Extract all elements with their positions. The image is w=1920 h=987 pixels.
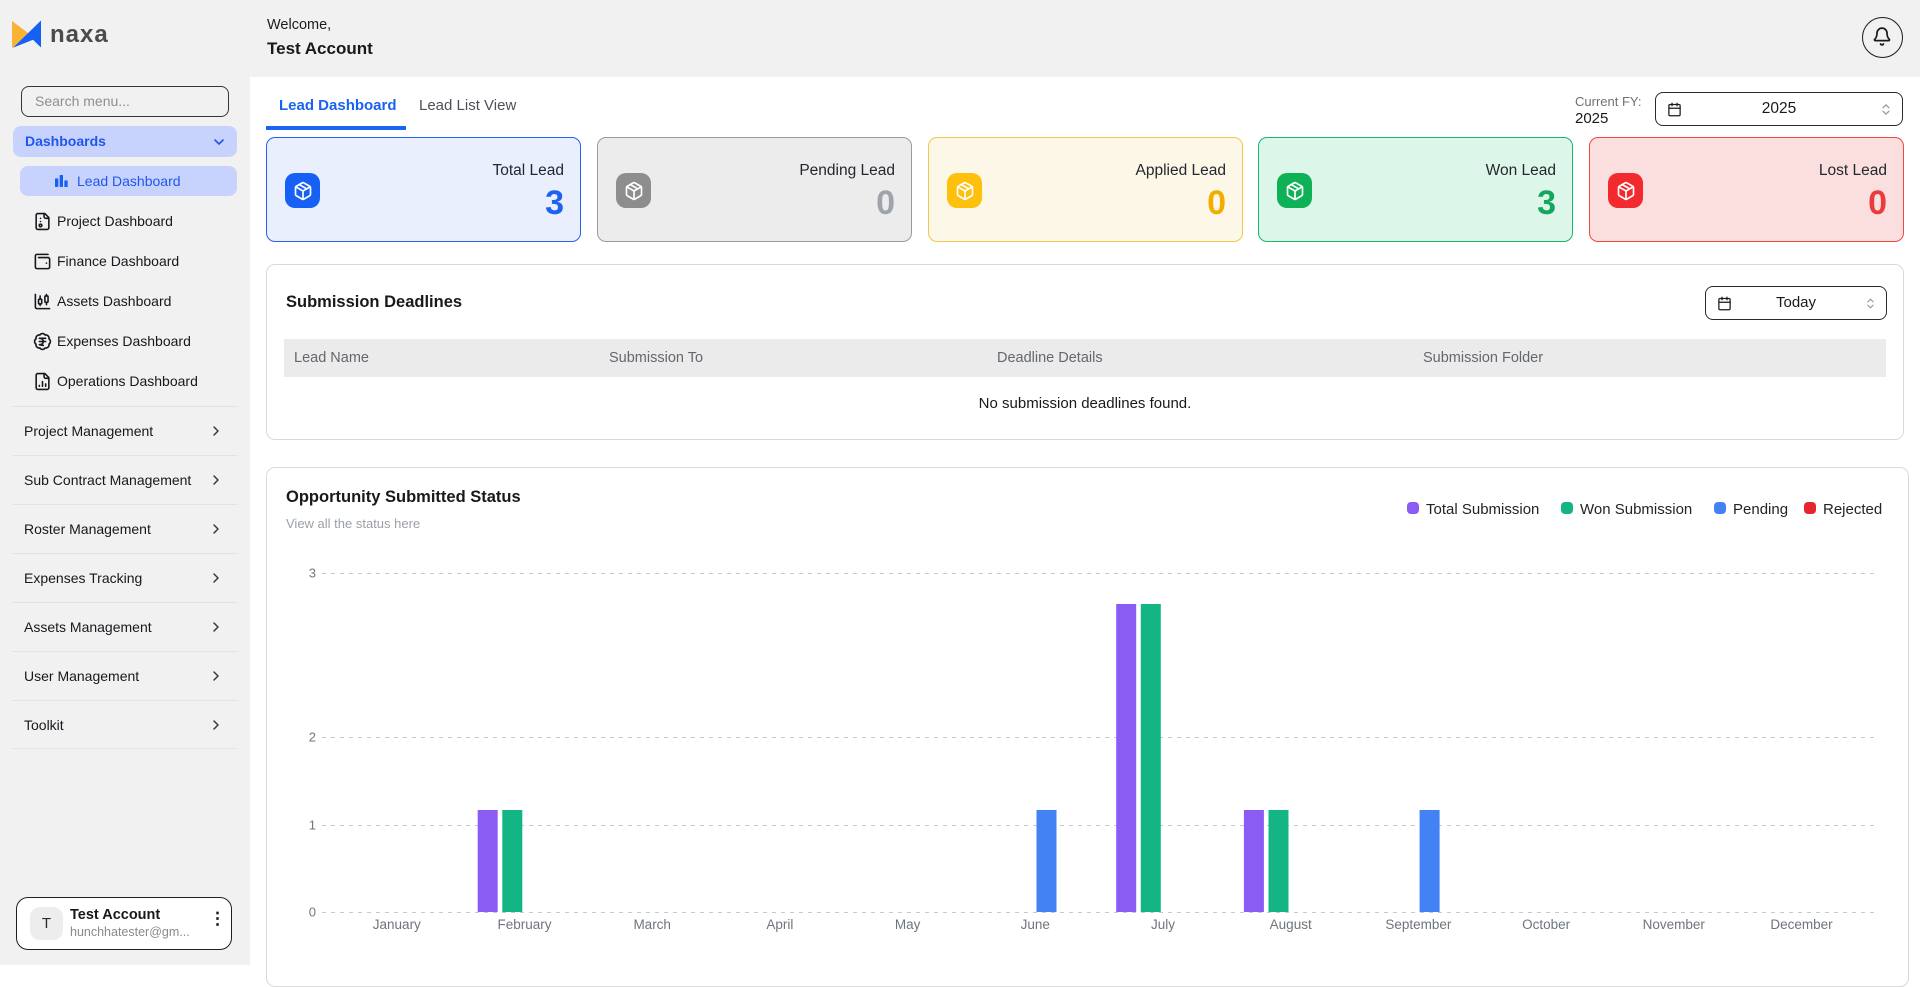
svg-text:June: June: [1021, 917, 1050, 932]
svg-text:November: November: [1643, 917, 1706, 932]
svg-text:3: 3: [309, 566, 316, 581]
svg-text:January: January: [373, 917, 421, 932]
svg-text:December: December: [1770, 917, 1833, 932]
svg-text:February: February: [497, 917, 551, 932]
svg-text:September: September: [1385, 917, 1452, 932]
svg-text:1: 1: [309, 818, 316, 833]
svg-text:July: July: [1151, 917, 1175, 932]
svg-text:October: October: [1522, 917, 1571, 932]
svg-text:0: 0: [309, 905, 316, 920]
svg-text:March: March: [633, 917, 671, 932]
svg-text:August: August: [1270, 917, 1312, 932]
svg-text:April: April: [766, 917, 793, 932]
svg-text:May: May: [895, 917, 921, 932]
svg-text:2: 2: [309, 730, 316, 745]
